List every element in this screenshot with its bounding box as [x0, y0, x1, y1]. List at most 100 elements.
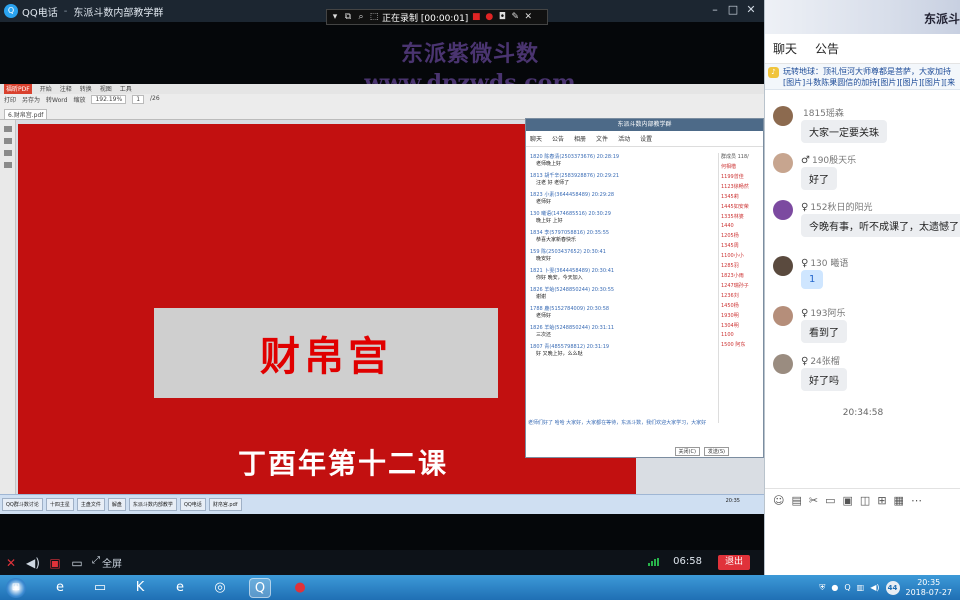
inner-member-item[interactable]: 1450杨 [721, 302, 763, 309]
inner-member-item[interactable]: 1440 [721, 223, 763, 229]
thumbnail-icon[interactable] [4, 138, 12, 144]
exit-call-button[interactable]: 退出 [718, 555, 750, 570]
maximize-button[interactable]: □ [724, 2, 742, 18]
pen-icon[interactable]: ✎ [510, 12, 520, 22]
message-bubble[interactable]: 1 [801, 270, 824, 289]
360-icon[interactable]: ◎ [209, 578, 231, 598]
inner-member-item[interactable]: 1100 [721, 332, 763, 338]
ie-icon[interactable]: e [49, 578, 71, 598]
fullscreen-button[interactable]: ⤢ 全屏 [92, 555, 122, 570]
inner-member-item[interactable]: 1930明 [721, 312, 763, 319]
attachment-icon[interactable] [4, 162, 12, 168]
message-bubble[interactable]: 好了 [801, 167, 837, 190]
inner-tab-files[interactable]: 文件 [596, 134, 608, 143]
inner-tab-notice[interactable]: 公告 [552, 134, 564, 143]
recorder-icon[interactable]: ● [289, 578, 311, 598]
shared-taskbar-item[interactable]: QQ群斗数讨论 [2, 498, 43, 511]
inner-member-item[interactable]: 1823小雨 [721, 272, 763, 279]
screen-share-icon[interactable]: ▭ [66, 556, 88, 570]
emoji-icon[interactable]: ☺ [773, 494, 784, 507]
gif-icon[interactable]: ▤ [791, 494, 801, 507]
tab-chat[interactable]: 聊天 [773, 40, 797, 57]
browser-icon[interactable]: e [169, 578, 191, 598]
minimize-button[interactable]: – [706, 2, 724, 18]
inner-member-item[interactable]: 1100小小 [721, 252, 763, 259]
inner-member-item[interactable]: 1500 阿东 [721, 341, 763, 348]
shared-taskbar-item[interactable]: 主盘文件 [76, 498, 105, 511]
record-tray-icon[interactable]: ● [831, 583, 838, 592]
pdf-zoom-button[interactable]: 缩放 [73, 95, 85, 104]
message-bubble[interactable]: 看到了 [801, 320, 847, 343]
video-off-icon[interactable]: ▣ [44, 556, 66, 570]
explorer-folder-icon[interactable]: ▭ [89, 578, 111, 598]
mute-mic-icon[interactable]: ✕ [0, 556, 22, 570]
bookmark-icon[interactable] [4, 126, 12, 132]
avatar[interactable] [773, 106, 793, 126]
volume-icon[interactable]: ◀) [870, 583, 879, 592]
pdf-zoom-level[interactable]: 192.19% [91, 95, 127, 104]
inner-close-button[interactable]: 关闭(C) [674, 447, 700, 456]
pdf-print-button[interactable]: 打印 [4, 95, 16, 104]
pdf-word-button[interactable]: 转Word [46, 95, 67, 104]
camera-icon[interactable]: ◘ [497, 12, 507, 22]
pause-record-icon[interactable]: ■ [471, 12, 481, 22]
inner-member-item[interactable]: 1345周 [721, 242, 763, 249]
network-icon[interactable]: ▥ [857, 583, 865, 592]
pdf-menu-convert[interactable]: 转换 [80, 84, 92, 94]
avatar[interactable] [773, 306, 793, 326]
shield-icon[interactable]: ⛨ [819, 583, 825, 593]
pdf-menu-home[interactable]: 开始 [40, 84, 52, 94]
inner-member-item[interactable]: 1205杨 [721, 232, 763, 239]
inner-member-item[interactable]: 1445如安荣 [721, 203, 763, 210]
kugou-icon[interactable]: K [129, 578, 151, 598]
message-bubble[interactable]: 好了吗 [801, 368, 847, 391]
inner-chat-input-text[interactable]: 老师们好了 哈哈 大家好，大家都在等待，东派斗数，我们欢迎大家学习，大家好 [528, 419, 714, 426]
more-icon[interactable]: ⋯ [911, 494, 922, 507]
inner-tab-activity[interactable]: 活动 [618, 134, 630, 143]
pdf-page-input[interactable]: 1 [132, 95, 145, 104]
avatar[interactable] [773, 354, 793, 374]
pdf-menu-comment[interactable]: 注释 [60, 84, 72, 94]
gift-icon[interactable]: ⊞ [877, 494, 886, 507]
close-recorder-icon[interactable]: ✕ [523, 12, 533, 22]
pdf-file-tab[interactable]: 6.财帛宫.pdf [4, 109, 48, 120]
restore-icon[interactable]: ⧉ [343, 12, 353, 22]
inner-member-item[interactable]: 1304明 [721, 322, 763, 329]
scissors-icon[interactable]: ✂ [809, 494, 818, 507]
message-bubble[interactable]: 今晚有事，听不成课了，太遗憾了 [801, 214, 960, 237]
avatar[interactable] [773, 200, 793, 220]
inner-member-item[interactable]: 何相楷 [721, 163, 763, 170]
inner-member-item[interactable]: 1285羽 [721, 262, 763, 269]
taskbar-clock[interactable]: 20:35 2018-07-27 [906, 578, 953, 598]
inner-member-item[interactable]: 1335林婆 [721, 213, 763, 220]
shared-taskbar-item[interactable]: 十四主星 [45, 498, 74, 511]
tray-badge[interactable]: 44 [885, 580, 900, 595]
inner-member-item[interactable]: 1247瑞孙子 [721, 282, 763, 289]
inner-member-item[interactable]: 1199曾佳 [721, 173, 763, 180]
inner-tab-settings[interactable]: 设置 [640, 134, 652, 143]
folder-icon[interactable]: ▭ [825, 494, 835, 507]
inner-tab-album[interactable]: 相册 [574, 134, 586, 143]
pdf-saveas-button[interactable]: 另存为 [22, 95, 40, 104]
message-bubble[interactable]: 大家一定要关珠 [801, 120, 887, 143]
speaker-icon[interactable]: ◀) [22, 556, 44, 570]
qq-penguin-icon[interactable]: Q [249, 577, 271, 598]
shared-taskbar-item[interactable]: QQ电话 [179, 498, 206, 511]
zoom-icon[interactable]: ⌕ [356, 12, 366, 22]
pinned-notice[interactable]: ♪ 玩转地球：顶礼恒河大师尊都是菩萨，大家加持[图片]斗数陈果圆信的加持[图片]… [765, 64, 960, 90]
close-button[interactable]: ✕ [742, 2, 760, 18]
inner-member-item[interactable]: 1236刘 [721, 292, 763, 299]
screenshot-icon[interactable]: ◫ [860, 494, 870, 507]
layers-icon[interactable] [4, 150, 12, 156]
start-button[interactable]: ⊞ [6, 577, 26, 598]
shared-taskbar-item[interactable]: 财帛宫.pdf [208, 498, 242, 511]
calendar-icon[interactable]: ▦ [894, 494, 904, 507]
inner-member-item[interactable]: 1123徐畅然 [721, 183, 763, 190]
avatar[interactable] [773, 153, 793, 173]
pdf-menu-view[interactable]: 视图 [100, 84, 112, 94]
shared-taskbar-item[interactable]: 解盘 [107, 498, 126, 511]
inner-member-item[interactable]: 1345莉 [721, 193, 763, 200]
minimize-recorder-icon[interactable]: ▾ [330, 12, 340, 22]
stop-record-icon[interactable]: ● [484, 12, 494, 22]
message-input[interactable] [765, 512, 960, 575]
